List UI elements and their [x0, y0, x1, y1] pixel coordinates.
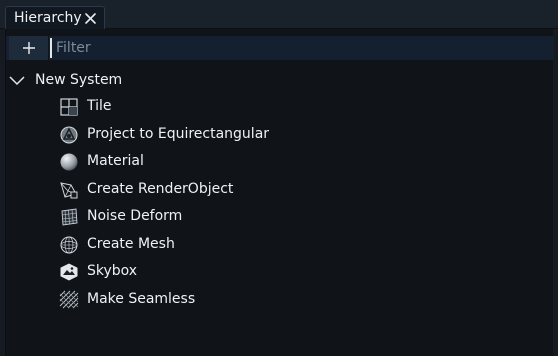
tree-node-label: New System	[35, 72, 123, 88]
tree-item-tile[interactable]: Tile	[59, 95, 554, 119]
mesh-sphere-icon	[60, 236, 78, 254]
tree-item-label: Tile	[87, 98, 112, 114]
tree-item-label: Create RenderObject	[87, 181, 234, 197]
tree-item-create-renderobject[interactable]: Create RenderObject	[59, 178, 554, 202]
tree-item-label: Create Mesh	[87, 236, 175, 252]
text-caret	[50, 38, 52, 58]
tree-item-material[interactable]: Material	[59, 150, 554, 174]
plus-icon	[23, 42, 35, 54]
tree-item-skybox[interactable]: Skybox	[59, 260, 554, 284]
tree-item-label: Noise Deform	[87, 208, 183, 224]
tree-item-label: Make Seamless	[87, 291, 196, 307]
tab-label: Hierarchy	[14, 10, 82, 26]
tree-item-label: Skybox	[87, 263, 138, 279]
tree-item-noise-deform[interactable]: Noise Deform	[59, 205, 554, 229]
tree-item-label: Material	[87, 153, 144, 169]
hierarchy-toolbar	[6, 36, 554, 60]
tree-item-label: Project to Equirectangular	[87, 126, 270, 142]
projection-sphere-icon	[60, 126, 78, 144]
material-sphere-icon	[60, 153, 78, 171]
add-button[interactable]	[9, 36, 49, 60]
tree-item-project-to-equirectangular[interactable]: Project to Equirectangular	[59, 123, 554, 147]
tab-hierarchy[interactable]: Hierarchy	[5, 6, 105, 29]
skybox-icon	[60, 263, 78, 281]
filter-field[interactable]	[50, 36, 554, 60]
hierarchy-window: Hierarchy New System	[0, 0, 558, 356]
chevron-down-icon[interactable]	[9, 76, 25, 86]
filter-input[interactable]	[56, 36, 546, 60]
hierarchy-panel: New System Tile Project to Equirectangul…	[5, 29, 554, 356]
render-object-icon	[60, 182, 78, 199]
tree-item-create-mesh[interactable]: Create Mesh	[59, 233, 554, 257]
noise-deform-icon	[61, 208, 78, 226]
tab-strip: Hierarchy	[0, 0, 558, 29]
tile-grid-icon	[60, 98, 78, 116]
tree-node-new-system[interactable]: New System	[6, 70, 554, 92]
tree-item-make-seamless[interactable]: Make Seamless	[59, 288, 554, 312]
seamless-pattern-icon	[59, 290, 79, 309]
close-icon[interactable]	[85, 13, 96, 24]
